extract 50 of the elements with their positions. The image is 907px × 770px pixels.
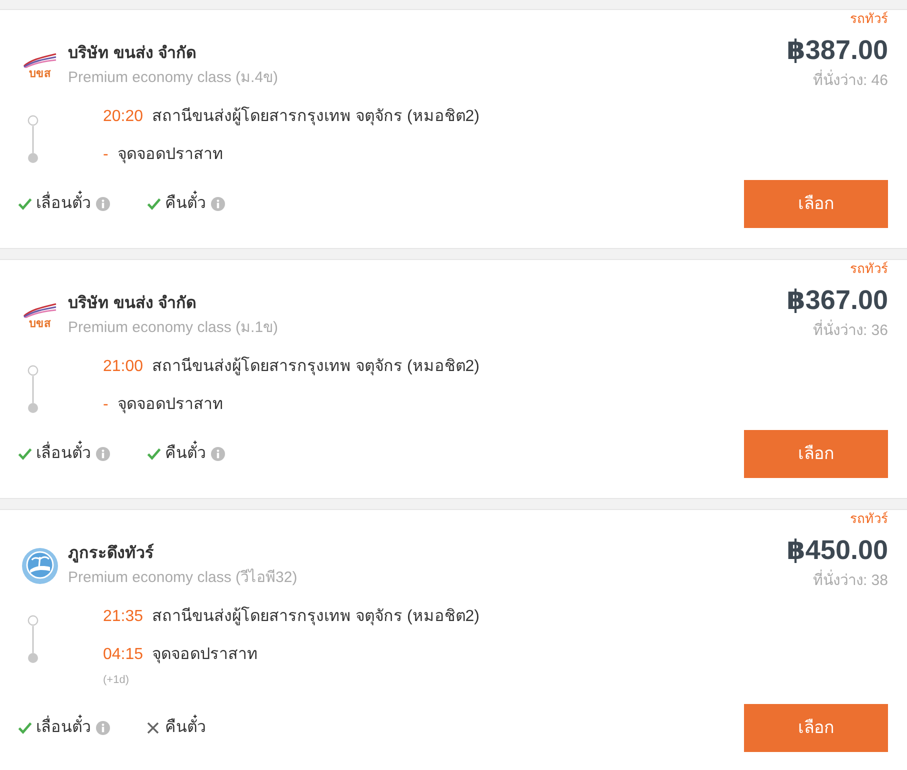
select-button[interactable]: เลือก	[744, 180, 888, 228]
stop-place: สถานีขนส่งผู้โดยสารกรุงเทพ จตุจักร (หมอชิต2)	[152, 358, 480, 375]
vehicle-type-label: รถทัวร์	[850, 511, 888, 527]
info-icon[interactable]	[96, 447, 110, 461]
service-class-text: Premium economy class (ม.1ข)	[68, 318, 278, 338]
info-icon[interactable]	[211, 197, 225, 211]
info-icon[interactable]	[96, 197, 110, 211]
info-icon[interactable]	[96, 721, 110, 735]
swoosh-logo-icon	[22, 52, 58, 68]
price-text: ฿367.00	[786, 284, 888, 316]
logo-text: บขส	[29, 68, 51, 80]
stop-time: 20:20	[103, 108, 144, 125]
stop-place: จุดจอดปราสาท	[117, 146, 224, 163]
feature-label: เลื่อนตั๋ว	[36, 443, 91, 465]
select-button[interactable]: เลือก	[744, 430, 888, 478]
stop-place: สถานีขนส่งผู้โดยสารกรุงเทพ จตุจักร (หมอชิต2)	[152, 108, 480, 125]
route-timeline-drawing	[27, 365, 39, 413]
seats-available-text: ที่นั่งว่าง: 36	[812, 321, 888, 341]
service-class-text: Premium economy class (ม.4ข)	[68, 68, 278, 88]
stop-time: 21:35	[103, 608, 144, 625]
seats-available-text: ที่นั่งว่าง: 38	[812, 571, 888, 591]
stop-time: -	[103, 146, 108, 163]
stop-place: จุดจอดปราสาท	[152, 646, 258, 663]
vehicle-type-label: รถทัวร์	[850, 11, 888, 27]
vehicle-type-label: รถทัวร์	[850, 261, 888, 277]
logo-text: บขส	[29, 318, 51, 330]
stop-place: จุดจอดปราสาท	[117, 396, 224, 413]
operator-name: บริษัท ขนส่ง จำกัด	[68, 44, 197, 64]
stop-place: สถานีขนส่งผู้โดยสารกรุงเทพ จตุจักร (หมอชิต2)	[152, 608, 480, 625]
operator-name: บริษัท ขนส่ง จำกัด	[68, 294, 197, 314]
feature-label: คืนตั๋ว	[165, 717, 206, 739]
price-text: ฿387.00	[786, 34, 888, 66]
service-class-text: Premium economy class (วีไอพี32)	[68, 568, 298, 588]
route-timeline-drawing	[27, 615, 39, 663]
feature-label: คืนตั๋ว	[165, 443, 206, 465]
stop-time: -	[103, 396, 108, 413]
operator-name: ภูกระดึงทัวร์	[68, 543, 155, 565]
info-icon[interactable]	[211, 447, 225, 461]
swoosh-logo-icon	[22, 302, 58, 318]
feature-label: เลื่อนตั๋ว	[36, 193, 91, 215]
feature-label: เลื่อนตั๋ว	[36, 717, 91, 739]
stop-time: 04:15	[103, 646, 144, 663]
route-timeline-drawing	[27, 115, 39, 163]
seats-available-text: ที่นั่งว่าง: 46	[812, 71, 888, 91]
day-offset-note: (+1d)	[103, 673, 129, 687]
feature-label: คืนตั๋ว	[165, 193, 206, 215]
stop-time: 21:00	[103, 358, 144, 375]
round-emblem-icon	[22, 548, 58, 584]
price-text: ฿450.00	[786, 534, 888, 566]
select-button[interactable]: เลือก	[744, 704, 888, 752]
